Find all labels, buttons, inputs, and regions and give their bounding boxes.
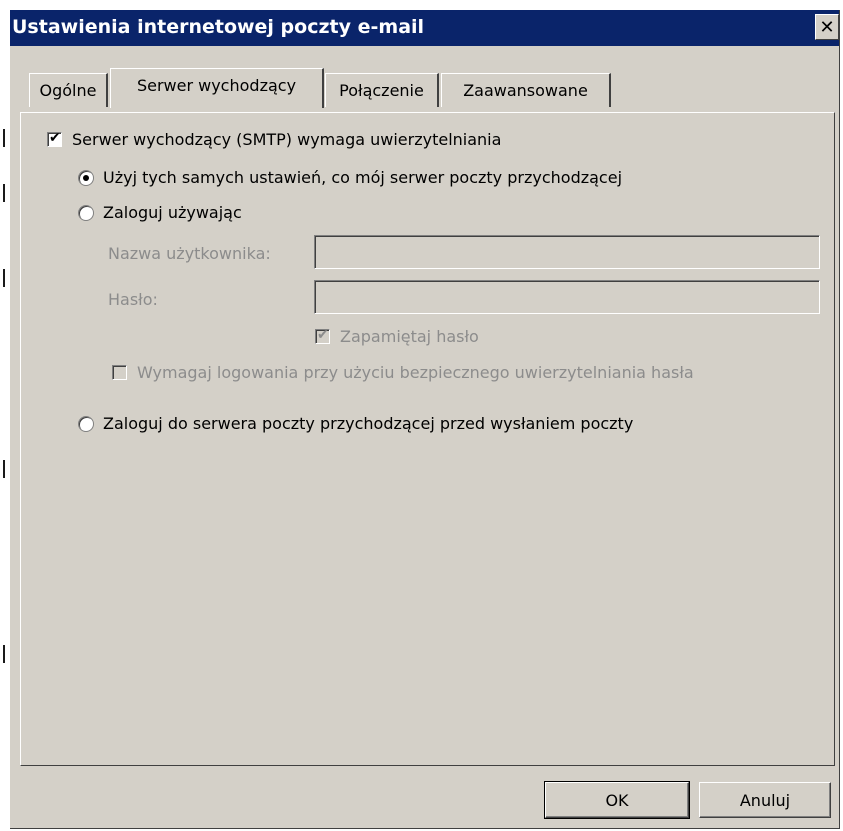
smtp-auth-row[interactable]: ✔ Serwer wychodzący (SMTP) wymaga uwierz… (47, 130, 501, 149)
remember-password-checkbox[interactable]: ✔ (315, 327, 330, 344)
ok-button[interactable]: OK (544, 781, 690, 819)
background-mark (3, 460, 5, 478)
title-bar[interactable]: Ustawienia internetowej poczty e-mail ✕ (10, 10, 839, 46)
close-button[interactable]: ✕ (815, 14, 839, 40)
login-using-radio[interactable] (78, 204, 94, 221)
tab-label: Ogólne (39, 81, 97, 100)
pop-before-smtp-label: Zaloguj do serwera poczty przychodzącej … (103, 414, 634, 433)
pop-before-smtp-radio[interactable] (78, 415, 94, 432)
outgoing-server-panel: ✔ Serwer wychodzący (SMTP) wymaga uwierz… (20, 112, 835, 766)
spa-label: Wymagaj logowania przy użyciu bezpieczne… (137, 363, 694, 382)
tab-connection[interactable]: Połączenie (325, 73, 439, 107)
spa-row[interactable]: Wymagaj logowania przy użyciu bezpieczne… (112, 363, 694, 382)
smtp-auth-checkbox[interactable]: ✔ (47, 130, 62, 147)
same-settings-radio[interactable] (78, 169, 94, 186)
remember-password-row[interactable]: ✔ Zapamiętaj hasło (315, 327, 479, 346)
cancel-button[interactable]: Anuluj (699, 782, 831, 818)
background-mark (3, 269, 5, 287)
background-mark (3, 129, 5, 147)
password-field[interactable] (314, 280, 820, 314)
username-label: Nazwa użytkownika: (108, 244, 271, 263)
dialog-title: Ustawienia internetowej poczty e-mail (12, 16, 425, 38)
close-icon: ✕ (819, 16, 835, 38)
remember-password-label: Zapamiętaj hasło (340, 327, 479, 346)
email-settings-dialog: Ustawienia internetowej poczty e-mail ✕ … (10, 10, 840, 829)
radio-dot (83, 174, 89, 181)
password-label: Hasło: (108, 290, 158, 309)
tab-outgoing-server[interactable]: Serwer wychodzący (110, 68, 324, 108)
tab-label: Połączenie (339, 81, 424, 100)
tab-label: Serwer wychodzący (136, 76, 297, 95)
tab-advanced[interactable]: Zaawansowane (441, 73, 611, 107)
background-strip (0, 0, 10, 831)
background-mark (3, 645, 5, 663)
username-field[interactable] (314, 235, 820, 269)
tab-label: Zaawansowane (463, 81, 588, 100)
ok-label: OK (605, 790, 629, 810)
background-mark (3, 184, 5, 202)
cancel-label: Anuluj (739, 790, 791, 810)
same-settings-row[interactable]: Użyj tych samych ustawień, co mój serwer… (78, 168, 622, 187)
tab-general[interactable]: Ogólne (29, 73, 108, 107)
same-settings-label: Użyj tych samych ustawień, co mój serwer… (103, 168, 623, 187)
spa-checkbox[interactable] (112, 365, 127, 380)
login-using-row[interactable]: Zaloguj używając (78, 203, 242, 222)
pop-before-smtp-row[interactable]: Zaloguj do serwera poczty przychodzącej … (78, 414, 633, 433)
login-using-label: Zaloguj używając (103, 203, 242, 222)
checkmark-icon: ✔ (49, 130, 61, 146)
checkmark-icon: ✔ (317, 327, 329, 343)
smtp-auth-label: Serwer wychodzący (SMTP) wymaga uwierzyt… (72, 130, 502, 149)
